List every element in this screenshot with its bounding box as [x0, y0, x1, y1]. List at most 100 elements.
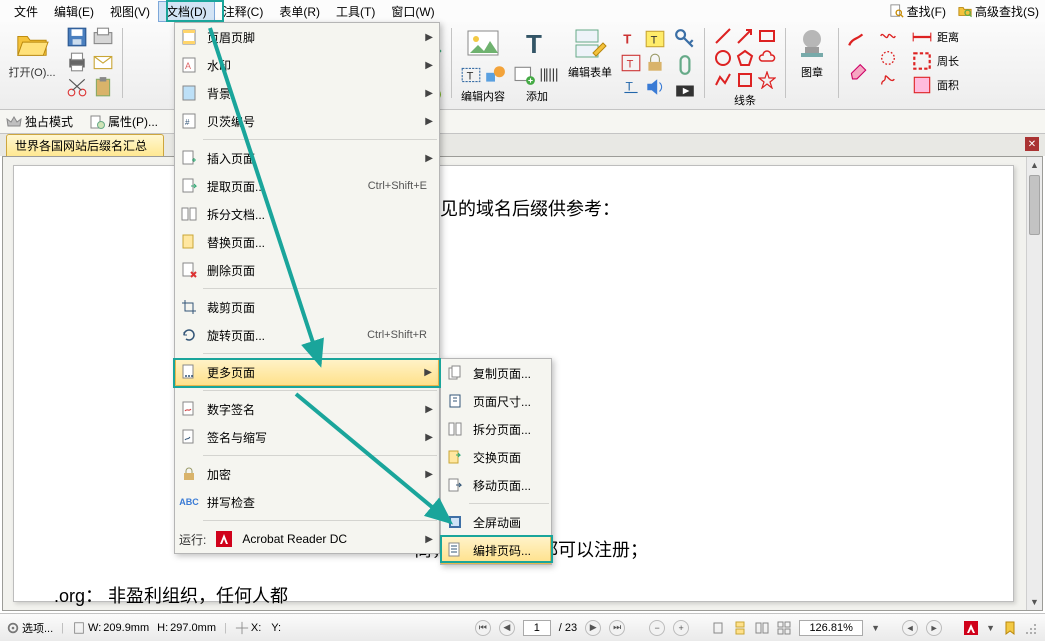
menu-replace-pages[interactable]: 替换页面... — [175, 228, 439, 256]
squiggle2-icon[interactable] — [877, 48, 899, 68]
stamp-icon[interactable] — [794, 26, 830, 62]
polyline-icon[interactable] — [713, 70, 733, 90]
menu-rotate-pages[interactable]: 旋转页面...Ctrl+Shift+R — [175, 321, 439, 349]
zoom-in-button[interactable]: + — [673, 620, 689, 636]
zoom-out-button[interactable]: − — [649, 620, 665, 636]
attach-icon[interactable] — [674, 54, 696, 76]
menu-header-footer[interactable]: 页眉页脚▶ — [175, 23, 439, 51]
vertical-scrollbar[interactable]: ▲ ▼ — [1026, 157, 1042, 610]
back-button[interactable]: ◄ — [902, 620, 918, 636]
exclusive-mode-button[interactable]: 独占模式 — [6, 113, 73, 130]
menu-split-doc[interactable]: 拆分文档... — [175, 200, 439, 228]
zoom-input[interactable] — [799, 620, 863, 636]
clipboard-icon[interactable] — [92, 76, 114, 98]
layout-single-icon[interactable] — [711, 621, 725, 635]
open-folder-icon[interactable] — [14, 26, 50, 62]
adobe-status-icon[interactable] — [964, 621, 978, 635]
submenu-swap-pages[interactable]: 交换页面 — [441, 443, 551, 471]
circle-icon[interactable] — [713, 48, 733, 68]
submenu-page-size[interactable]: 页面尺寸... — [441, 387, 551, 415]
rect-icon[interactable] — [757, 26, 777, 46]
close-tab-icon[interactable]: ✕ — [1025, 137, 1039, 151]
forward-button[interactable]: ► — [926, 620, 942, 636]
layout-facing-cont-icon[interactable] — [777, 621, 791, 635]
menu-insert-pages[interactable]: 插入页面▶ — [175, 144, 439, 172]
arrow-icon[interactable] — [735, 26, 755, 46]
area-icon[interactable] — [911, 74, 933, 96]
menu-sign-initials[interactable]: 签名与缩写▶ — [175, 423, 439, 451]
menu-edit[interactable]: 编辑(E) — [46, 1, 102, 22]
line-icon[interactable] — [713, 26, 733, 46]
scroll-down-icon[interactable]: ▼ — [1027, 594, 1042, 610]
email-icon[interactable] — [92, 51, 114, 73]
barcode-icon[interactable] — [538, 64, 560, 86]
add-image-icon[interactable] — [514, 64, 536, 86]
bookmark-icon[interactable] — [1003, 621, 1017, 635]
scan-icon[interactable] — [92, 26, 114, 48]
menu-run-acrobat[interactable]: 运行: Acrobat Reader DC▶ — [175, 525, 439, 553]
submenu-fullscreen-anim[interactable]: 全屏动画 — [441, 508, 551, 536]
squiggle3-icon[interactable] — [877, 70, 899, 90]
first-page-button[interactable]: ⏮ — [475, 620, 491, 636]
menu-watermark[interactable]: A水印▶ — [175, 51, 439, 79]
link-text-icon[interactable]: T — [620, 28, 642, 50]
options-button[interactable]: 选项... — [6, 620, 53, 636]
page-number-input[interactable] — [523, 620, 551, 636]
lock-icon[interactable] — [644, 52, 666, 74]
print-icon[interactable] — [66, 51, 88, 73]
image-icon[interactable] — [465, 26, 501, 62]
save-icon[interactable] — [66, 26, 88, 48]
sound-icon[interactable] — [644, 76, 666, 98]
video-icon[interactable] — [674, 80, 696, 102]
menu-digital-sign[interactable]: 数字签名▶ — [175, 395, 439, 423]
properties-button[interactable]: 属性(P)... — [89, 113, 158, 130]
menu-spellcheck[interactable]: ABC拼写检查 — [175, 488, 439, 516]
perimeter-icon[interactable] — [911, 50, 933, 72]
eraser-icon[interactable] — [847, 58, 869, 80]
menu-comment[interactable]: 注释(C) — [215, 1, 272, 22]
zoom-dropdown-icon[interactable]: ▼ — [871, 623, 880, 633]
distance-icon[interactable] — [911, 26, 933, 48]
menu-file[interactable]: 文件 — [6, 1, 46, 22]
submenu-move-pages[interactable]: 移动页面... — [441, 471, 551, 499]
layout-facing-icon[interactable] — [755, 621, 769, 635]
rect2-icon[interactable] — [735, 70, 755, 90]
menu-forms[interactable]: 表单(R) — [271, 1, 328, 22]
last-page-button[interactable]: ⏭ — [609, 620, 625, 636]
advanced-find-button[interactable]: 高级查找(S) — [952, 3, 1045, 20]
cut-icon[interactable] — [66, 76, 88, 98]
menu-background[interactable]: 背景▶ — [175, 79, 439, 107]
layout-cont-icon[interactable] — [733, 621, 747, 635]
menu-window[interactable]: 窗口(W) — [383, 1, 442, 22]
text-underline-icon[interactable]: T — [620, 76, 642, 98]
polygon-icon[interactable] — [735, 48, 755, 68]
prev-page-button[interactable]: ◀ — [499, 620, 515, 636]
pencil-icon[interactable] — [847, 30, 869, 52]
submenu-copy-pages[interactable]: 复制页面... — [441, 359, 551, 387]
submenu-split-page[interactable]: 拆分页面... — [441, 415, 551, 443]
edit-form-icon[interactable] — [572, 26, 608, 62]
scroll-up-icon[interactable]: ▲ — [1027, 157, 1042, 173]
menu-view[interactable]: 视图(V) — [102, 1, 158, 22]
cloud-icon[interactable] — [757, 48, 777, 68]
text-box-icon[interactable]: T — [460, 64, 482, 86]
squiggle1-icon[interactable] — [877, 26, 899, 46]
star-icon[interactable] — [757, 70, 777, 90]
menu-encrypt[interactable]: 加密▶ — [175, 460, 439, 488]
menu-more-pages[interactable]: 更多页面▶ — [175, 358, 439, 386]
menu-crop-pages[interactable]: 裁剪页面 — [175, 293, 439, 321]
menu-extract-pages[interactable]: 提取页面...Ctrl+Shift+E — [175, 172, 439, 200]
menu-document[interactable]: 文档(D) — [158, 1, 215, 22]
highlight-icon[interactable]: T — [644, 28, 666, 50]
submenu-number-pages[interactable]: 编排页码... — [441, 536, 551, 564]
next-page-button[interactable]: ▶ — [585, 620, 601, 636]
find-button[interactable]: 查找(F) — [884, 3, 952, 20]
menu-delete-pages[interactable]: 删除页面 — [175, 256, 439, 284]
shapes-icon[interactable] — [484, 64, 506, 86]
menu-bates[interactable]: #贝茨编号▶ — [175, 107, 439, 135]
document-tab[interactable]: 世界各国网站后缀名汇总 — [6, 134, 164, 156]
text-icon[interactable]: T — [519, 26, 555, 62]
scroll-thumb[interactable] — [1029, 175, 1040, 235]
text-frame-icon[interactable]: T — [620, 52, 642, 74]
key-icon[interactable] — [674, 28, 696, 50]
